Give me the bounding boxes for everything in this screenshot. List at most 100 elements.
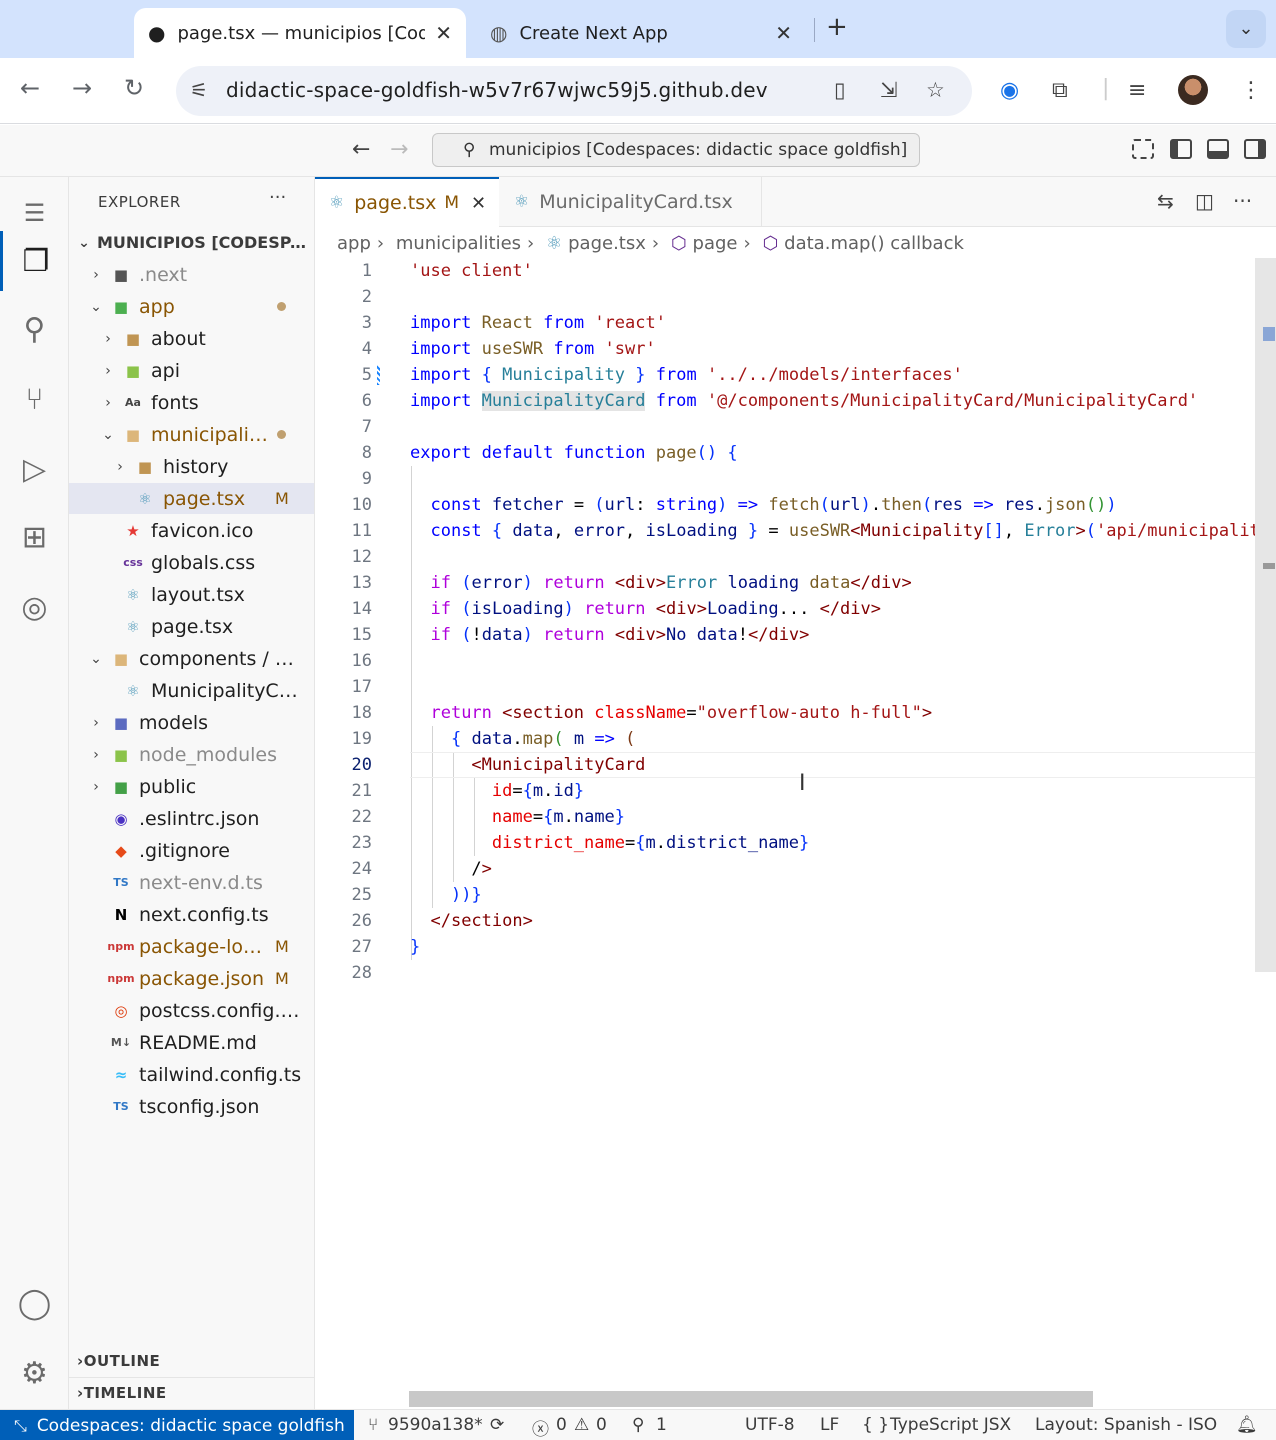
chevron-right-icon[interactable]: › — [101, 395, 115, 411]
ports-count[interactable]: 1 — [656, 1415, 667, 1435]
chevron-right-icon[interactable]: › — [89, 267, 103, 283]
code-line[interactable]: 19 { data.map( m => ( — [315, 726, 1276, 752]
code-line[interactable]: 20 <MunicipalityCard — [315, 752, 1276, 778]
explorer-item[interactable]: ◎ postcss.config.mjs — [69, 995, 314, 1026]
explorer-item[interactable]: ⚛ layout.tsx — [69, 579, 314, 610]
branch-label[interactable]: 9590a138* — [388, 1415, 483, 1435]
warning-count[interactable]: 0 — [596, 1415, 607, 1435]
search-icon[interactable]: ⚲ — [0, 299, 69, 359]
editor-tab-municipalitycard[interactable]: ⚛ MunicipalityCard.tsx — [500, 177, 762, 227]
code-line[interactable]: 6 import MunicipalityCard from '@/compone… — [315, 388, 1276, 414]
chevron-right-icon[interactable]: › — [89, 715, 103, 731]
tab-search-button[interactable]: ⌄ — [1226, 10, 1266, 48]
code-line[interactable]: 2 — [315, 284, 1276, 310]
breadcrumb-item[interactable]: page — [693, 233, 738, 254]
workspace-root[interactable]: ⌄ MUNICIPIOS [CODESPACES: DIDACTIC SPACE… — [69, 227, 314, 258]
more-actions-icon[interactable]: ··· — [269, 187, 286, 208]
close-tab-icon[interactable]: ✕ — [775, 21, 792, 45]
code-line[interactable]: 3 import React from 'react' — [315, 310, 1276, 336]
explorer-item[interactable]: › ■ node_modules — [69, 739, 314, 770]
run-debug-icon[interactable]: ▷ — [0, 439, 69, 499]
code-line[interactable]: 23 district_name={m.district_name} — [315, 830, 1276, 856]
code-line[interactable]: 12 — [315, 544, 1276, 570]
explorer-item[interactable]: ⚛ page.tsx M — [69, 483, 314, 514]
toggle-secondary-sidebar-icon[interactable] — [1244, 139, 1266, 159]
code-line[interactable]: 16 — [315, 648, 1276, 674]
code-line[interactable]: 7 — [315, 414, 1276, 440]
explorer-item[interactable]: css globals.css — [69, 547, 314, 578]
vertical-scrollbar[interactable] — [1255, 258, 1276, 972]
chevron-right-icon[interactable]: › — [101, 331, 115, 347]
toggle-primary-sidebar-icon[interactable] — [1170, 139, 1192, 159]
code-line[interactable]: 18 return <section className="overflow-a… — [315, 700, 1276, 726]
site-settings-icon[interactable]: ⚟ — [190, 78, 208, 102]
code-line[interactable]: 17 — [315, 674, 1276, 700]
chevron-right-icon[interactable]: › — [113, 459, 127, 475]
browser-tab-active[interactable]: ● page.tsx — municipios [Codespaces ✕ — [134, 8, 466, 58]
explorer-item[interactable]: › Aa fonts — [69, 387, 314, 418]
code-line[interactable]: 25 ))} — [315, 882, 1276, 908]
code-line[interactable]: 1 'use client' — [315, 258, 1276, 284]
breadcrumb-item[interactable]: page.tsx — [568, 233, 646, 254]
chevron-right-icon[interactable]: › — [101, 363, 115, 379]
clipboard-icon[interactable]: ▯ — [834, 78, 846, 102]
code-line[interactable]: 5 import { Municipality } from '../../mod… — [315, 362, 1276, 388]
code-line[interactable]: 10 const fetcher = (url: string) => fetc… — [315, 492, 1276, 518]
chevron-right-icon[interactable]: › — [89, 747, 103, 763]
github-icon[interactable]: ◎ — [0, 577, 69, 637]
split-editor-icon[interactable]: ◫ — [1195, 189, 1214, 213]
code-line[interactable]: 9 — [315, 466, 1276, 492]
toggle-panel-icon[interactable] — [1207, 139, 1229, 159]
explorer-item[interactable]: ⌄ ■ components / MunicipalityCard — [69, 643, 314, 674]
explorer-item[interactable]: › ■ public — [69, 771, 314, 802]
remote-indicator[interactable]: ⤡ Codespaces: didactic space goldfish — [0, 1410, 354, 1440]
customize-layout-icon[interactable] — [1132, 139, 1154, 159]
explorer-item[interactable]: npm package-lock.json M — [69, 931, 314, 962]
media-controls-icon[interactable]: ≡ — [1128, 78, 1146, 103]
code-line[interactable]: 22 name={m.name} — [315, 804, 1276, 830]
extensions-icon[interactable]: ⧉ — [1052, 78, 1068, 103]
new-tab-button[interactable]: + — [826, 12, 848, 42]
source-control-icon[interactable]: ⑂ — [0, 369, 69, 429]
code-line[interactable]: 24 /> — [315, 856, 1276, 882]
go-back-icon[interactable]: ← — [352, 137, 370, 162]
encoding[interactable]: UTF-8 — [745, 1415, 795, 1435]
code-line[interactable]: 13 if (error) return <div>Error loading … — [315, 570, 1276, 596]
code-line[interactable]: 15 if (!data) return <div>No data!</div> — [315, 622, 1276, 648]
code-line[interactable]: 28 — [315, 960, 1276, 986]
explorer-item[interactable]: ⌄ ■ app — [69, 291, 314, 322]
explorer-item[interactable]: ⚛ MunicipalityCard.tsx — [69, 675, 314, 706]
error-count[interactable]: 0 — [556, 1415, 567, 1435]
explorer-item[interactable]: ◆ .gitignore — [69, 835, 314, 866]
back-button[interactable]: ← — [20, 74, 40, 102]
url-text[interactable]: didactic-space-goldfish-w5v7r67wjwc59j5.… — [226, 78, 768, 102]
explorer-item[interactable]: ⌄ ■ municipalities — [69, 419, 314, 450]
chevron-down-icon[interactable]: ⌄ — [89, 299, 103, 315]
address-bar[interactable]: ⚟ didactic-space-goldfish-w5v7r67wjwc59j… — [176, 66, 972, 116]
install-app-icon[interactable]: ⇲ — [880, 78, 898, 102]
code-line[interactable]: 21 id={m.id} — [315, 778, 1276, 804]
code-line[interactable]: 27} — [315, 934, 1276, 960]
screen-record-icon[interactable]: ◉ — [1000, 78, 1019, 103]
outline-section[interactable]: › OUTLINE — [69, 1345, 314, 1376]
sync-icon[interactable]: ⟳ — [490, 1415, 504, 1435]
forward-button[interactable]: → — [72, 74, 92, 102]
code-line[interactable]: 8 export default function page() { — [315, 440, 1276, 466]
keyboard-layout[interactable]: Layout: Spanish - ISO — [1035, 1415, 1217, 1435]
breadcrumb-item[interactable]: data.map() callback — [784, 233, 964, 254]
avatar[interactable] — [1178, 75, 1208, 105]
explorer-item[interactable]: ◉ .eslintrc.json — [69, 803, 314, 834]
close-tab-icon[interactable]: ✕ — [435, 21, 452, 45]
browser-menu-icon[interactable]: ⋮ — [1240, 78, 1262, 103]
go-forward-icon[interactable]: → — [390, 137, 408, 162]
compare-changes-icon[interactable]: ⇆ — [1157, 189, 1174, 213]
explorer-item[interactable]: ⚛ page.tsx — [69, 611, 314, 642]
close-icon[interactable]: ✕ — [471, 193, 486, 214]
explorer-item[interactable]: M↓ README.md — [69, 1027, 314, 1058]
bookmark-star-icon[interactable]: ☆ — [926, 78, 945, 102]
code-line[interactable]: 11 const { data, error, isLoading } = us… — [315, 518, 1276, 544]
explorer-item[interactable]: Nnext.config.ts — [69, 899, 314, 930]
explorer-item[interactable]: › ■ api — [69, 355, 314, 386]
code-line[interactable]: 26 </section> — [315, 908, 1276, 934]
chevron-down-icon[interactable]: ⌄ — [89, 651, 103, 667]
